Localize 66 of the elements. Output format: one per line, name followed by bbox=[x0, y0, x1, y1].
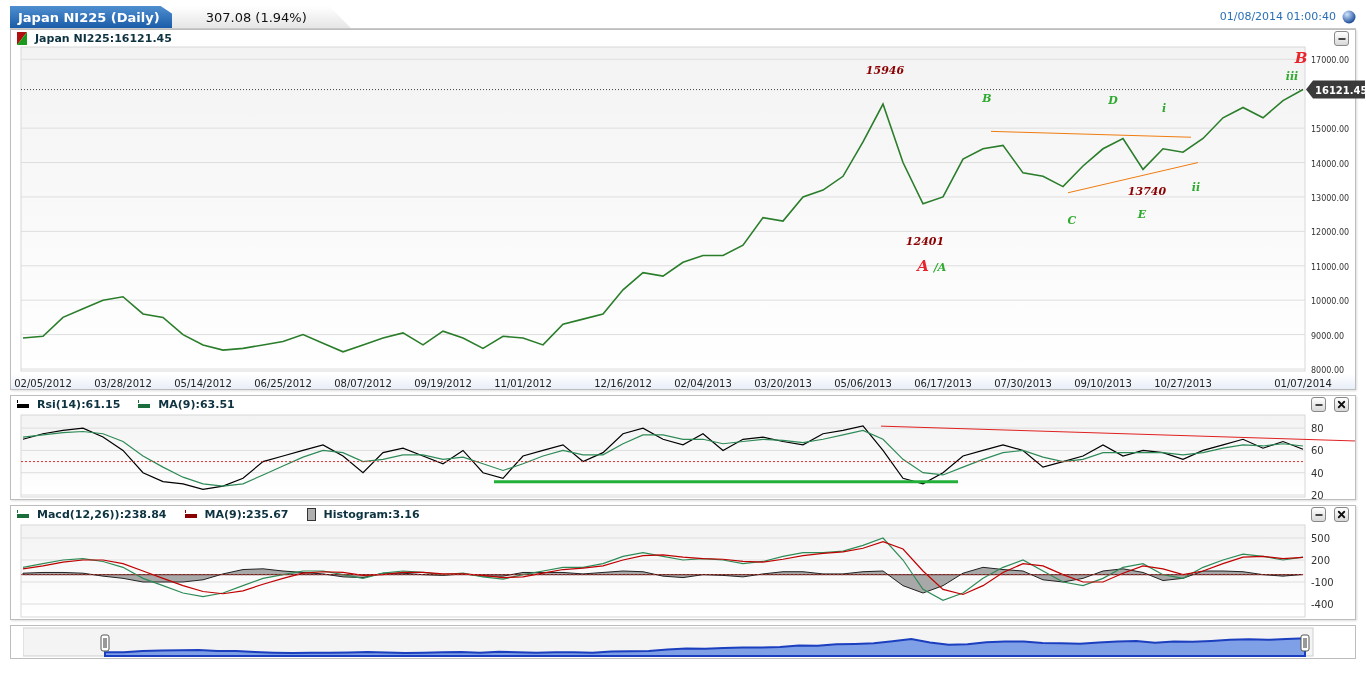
close-button[interactable] bbox=[1334, 507, 1349, 522]
timestamp: 01/08/2014 01:00:40 bbox=[1219, 10, 1336, 23]
axis-label: 02/04/2013 bbox=[674, 378, 732, 389]
legend-label: Rsi(14):61.15 bbox=[37, 398, 121, 411]
range-handle[interactable] bbox=[100, 634, 110, 652]
axis-label: 80 bbox=[1311, 423, 1324, 435]
up-down-icon bbox=[17, 32, 27, 45]
close-icon bbox=[1336, 509, 1347, 520]
axis-label: 03/20/2013 bbox=[754, 378, 812, 389]
axis-label: 60 bbox=[1311, 445, 1324, 457]
axis-label: 01/07/2014 bbox=[1274, 378, 1332, 389]
axis-label: 500 bbox=[1311, 533, 1331, 544]
axis-label: 15000.00 bbox=[1311, 125, 1350, 135]
axis-label: 11000.00 bbox=[1311, 262, 1350, 272]
legend-label: MA(9):63.51 bbox=[158, 398, 235, 411]
axis-label: 12/16/2012 bbox=[594, 378, 652, 389]
axis-label: 40 bbox=[1311, 467, 1324, 479]
axis-label: 13000.00 bbox=[1311, 193, 1350, 203]
wave-label: C bbox=[1067, 213, 1077, 227]
wave-label: 13740 bbox=[1127, 184, 1167, 198]
axis-label: 8000.00 bbox=[1311, 366, 1345, 375]
axis-label: 02/05/2012 bbox=[14, 378, 72, 389]
axis-label: 9000.00 bbox=[1311, 331, 1345, 341]
last-price-label: 16121.45 bbox=[1306, 80, 1366, 99]
axis-label: 09/19/2012 bbox=[414, 378, 472, 389]
wave-label: 15946 bbox=[865, 63, 905, 77]
wave-label: i bbox=[1161, 101, 1167, 115]
axis-label: 12000.00 bbox=[1311, 228, 1350, 238]
legend-label: Histogram:3.16 bbox=[323, 508, 420, 521]
range-handle[interactable] bbox=[1300, 634, 1310, 652]
legend-label: MA(9):235.67 bbox=[204, 508, 289, 521]
close-icon bbox=[1336, 399, 1347, 410]
close-button[interactable] bbox=[1334, 397, 1349, 412]
wave-label: 12401 bbox=[905, 235, 945, 249]
axis-label: 10/27/2013 bbox=[1154, 378, 1212, 389]
axis-label: 09/10/2013 bbox=[1074, 378, 1132, 389]
minimize-button[interactable] bbox=[1311, 507, 1326, 522]
axis-label: 05/06/2013 bbox=[834, 378, 892, 389]
wave-label: D bbox=[1108, 94, 1118, 108]
axis-label: 07/30/2013 bbox=[994, 378, 1052, 389]
price-change: 307.08 (1.94%) bbox=[171, 6, 351, 28]
axis-label: 06/17/2013 bbox=[914, 378, 972, 389]
wave-label: ii bbox=[1191, 180, 1201, 194]
axis-label: 14000.00 bbox=[1311, 159, 1350, 169]
legend-label: Japan NI225:16121.45 bbox=[35, 32, 172, 45]
axis-label: 10000.00 bbox=[1311, 297, 1350, 307]
axis-label: 05/14/2012 bbox=[174, 378, 232, 389]
wave-label: A bbox=[917, 256, 929, 275]
axis-label: 03/28/2012 bbox=[94, 378, 152, 389]
minimize-button[interactable] bbox=[1334, 31, 1349, 46]
wave-label: B bbox=[982, 92, 992, 106]
minimize-button[interactable] bbox=[1311, 397, 1326, 412]
wave-label: iii bbox=[1285, 69, 1299, 83]
axis-label: 17000.00 bbox=[1311, 56, 1350, 66]
status-ball-icon bbox=[1342, 9, 1356, 24]
axis-label: 06/25/2012 bbox=[254, 378, 312, 389]
axis-label: 11/01/2012 bbox=[494, 378, 552, 389]
axis-label: -400 bbox=[1311, 599, 1334, 610]
wave-label: E bbox=[1137, 208, 1147, 222]
axis-label: 20 bbox=[1311, 490, 1324, 501]
axis-label: -100 bbox=[1311, 577, 1334, 588]
legend-label: Macd(12,26)):238.84 bbox=[37, 508, 167, 521]
axis-label: 08/07/2012 bbox=[334, 378, 392, 389]
wave-label: /A bbox=[933, 260, 947, 274]
wave-label: B bbox=[1294, 48, 1308, 67]
axis-label: 200 bbox=[1311, 555, 1331, 566]
